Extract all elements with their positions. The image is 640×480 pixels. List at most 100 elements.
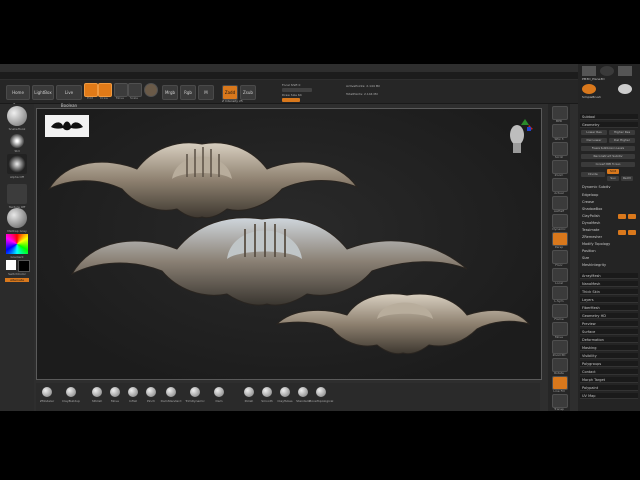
- movetopological-brush-icon[interactable]: [316, 387, 326, 397]
- section-fibermesh[interactable]: FiberMesh: [580, 305, 638, 311]
- section-layers[interactable]: Layers: [580, 297, 638, 303]
- section-contact[interactable]: Contact: [580, 369, 638, 375]
- section-shadowbox[interactable]: ShadowBox: [580, 206, 638, 212]
- section-arraymesh[interactable]: ArrayMesh: [580, 273, 638, 279]
- lower-res-button[interactable]: Lower Res: [581, 130, 607, 135]
- section-size[interactable]: Size: [580, 255, 638, 261]
- zmodeler-brush-icon[interactable]: [42, 387, 52, 397]
- dam-brush-icon[interactable]: [214, 387, 224, 397]
- frame-icon[interactable]: [552, 304, 568, 318]
- secondary-color-swatch[interactable]: [18, 260, 30, 272]
- stroke-icon[interactable]: [10, 134, 24, 148]
- claybuildup-brush-icon[interactable]: [66, 387, 76, 397]
- document-canvas[interactable]: [36, 108, 542, 380]
- section-deformation[interactable]: Deformation: [580, 337, 638, 343]
- section-crease[interactable]: Crease: [580, 199, 638, 205]
- home-page-button[interactable]: Home Page: [6, 85, 30, 108]
- zsub-button[interactable]: Zsub: [240, 85, 256, 100]
- move-mode-icon[interactable]: [114, 83, 128, 97]
- linefill-icon[interactable]: [552, 376, 568, 390]
- draw-mode-icon[interactable]: [98, 83, 112, 97]
- freeze-subdiv-button[interactable]: Freeze SubDivision Levels: [581, 146, 635, 151]
- live-boolean-button[interactable]: Live Boolean: [56, 85, 82, 108]
- texture-icon[interactable]: [7, 184, 27, 204]
- alternate-button[interactable]: Alternate: [5, 278, 29, 282]
- lightbox-button[interactable]: LightBox: [32, 85, 54, 100]
- higher-res-button[interactable]: Higher Res: [609, 130, 635, 135]
- convert-bpr-button[interactable]: Convert BPR To Geo: [581, 162, 635, 167]
- tool-thumbnail[interactable]: [618, 66, 632, 76]
- sphere-tool-icon[interactable]: [618, 84, 632, 94]
- section-edgeloop[interactable]: Edgeloop: [580, 192, 638, 198]
- zadd-button[interactable]: Zadd: [222, 85, 238, 100]
- lsym-icon[interactable]: [552, 286, 568, 300]
- ornament-top[interactable]: [47, 142, 359, 219]
- section-uv-map[interactable]: UV Map: [580, 393, 638, 399]
- mrgb-button[interactable]: Mrgb: [162, 85, 178, 100]
- zoom3d-icon[interactable]: [552, 340, 568, 354]
- section-preview[interactable]: Preview: [580, 321, 638, 327]
- tool-thumbnail[interactable]: [582, 66, 596, 76]
- dynamesh-orange-toggle[interactable]: [618, 214, 626, 219]
- move-brush-icon[interactable]: [110, 387, 120, 397]
- dynamic-icon[interactable]: [552, 214, 568, 228]
- scroll-icon[interactable]: [552, 142, 568, 156]
- section-surface[interactable]: Surface: [580, 329, 638, 335]
- section-polypaint[interactable]: Polypaint: [580, 385, 638, 391]
- damstandard-brush-icon[interactable]: [166, 387, 176, 397]
- simplebrush-icon[interactable]: [582, 84, 596, 94]
- ornament-middle[interactable]: [70, 217, 468, 306]
- alpha-icon[interactable]: [7, 154, 27, 174]
- suv-toggle[interactable]: Suv: [607, 176, 619, 181]
- rotate-icon[interactable]: [552, 358, 568, 372]
- zoom-icon[interactable]: [552, 160, 568, 174]
- section-visibility[interactable]: Visibility: [580, 353, 638, 359]
- dynamesh-orange-toggle[interactable]: [628, 214, 636, 219]
- section-geometry-hd[interactable]: Geometry HD: [580, 313, 638, 319]
- zremesher-orange-toggle[interactable]: [628, 230, 636, 235]
- local-icon[interactable]: [552, 268, 568, 282]
- reuv-toggle[interactable]: ReUV: [621, 176, 633, 181]
- section-masking[interactable]: Masking: [580, 345, 638, 351]
- smooth-brush-icon[interactable]: [262, 387, 272, 397]
- focal-shift-slider[interactable]: [282, 88, 312, 92]
- actual-icon[interactable]: [552, 178, 568, 192]
- tool-thumbnail[interactable]: [600, 66, 614, 76]
- section-thick-skin[interactable]: Thick Skin: [580, 289, 638, 295]
- standard-brush-icon[interactable]: [298, 387, 308, 397]
- subtool-header[interactable]: Subtool: [580, 114, 638, 120]
- transp-icon[interactable]: [552, 394, 568, 408]
- del-higher-button[interactable]: Del Higher: [609, 138, 635, 143]
- m-button[interactable]: M: [198, 85, 214, 100]
- material-sphere-icon[interactable]: [144, 83, 158, 97]
- aahalf-icon[interactable]: [552, 196, 568, 210]
- persp-icon[interactable]: [552, 232, 568, 246]
- reconstruct-subdiv-button[interactable]: Reconstruct Subdiv: [581, 154, 635, 159]
- del-lower-button[interactable]: Del Lower: [581, 138, 607, 143]
- scale-mode-icon[interactable]: [128, 83, 142, 97]
- claytubes-brush-icon[interactable]: [280, 387, 290, 397]
- section-dynamic-subdiv[interactable]: Dynamic Subdiv: [580, 184, 638, 190]
- section-dynamesh[interactable]: DynaMesh: [580, 220, 638, 226]
- snakehook-brush-icon[interactable]: [7, 106, 27, 126]
- smt-toggle[interactable]: Smt: [607, 169, 619, 174]
- polish-brush-icon[interactable]: [244, 387, 254, 397]
- ornament-bottom[interactable]: [275, 293, 531, 355]
- section-meshintegrity[interactable]: MeshIntegrity: [580, 262, 638, 268]
- floor-icon[interactable]: [552, 250, 568, 264]
- section-polygroups[interactable]: Polygroups: [580, 361, 638, 367]
- trimdynamic-brush-icon[interactable]: [190, 387, 200, 397]
- edit-mode-icon[interactable]: [84, 83, 98, 97]
- section-position[interactable]: Position: [580, 248, 638, 254]
- inflat-brush-icon[interactable]: [128, 387, 138, 397]
- geometry-header[interactable]: Geometry: [580, 122, 638, 128]
- section-morph-target[interactable]: Morph Target: [580, 377, 638, 383]
- color-picker[interactable]: [6, 234, 28, 254]
- switch-color-label[interactable]: SwitchColor: [0, 272, 34, 276]
- navigation-head-icon[interactable]: [503, 117, 533, 157]
- divide-button[interactable]: Divide: [581, 172, 605, 177]
- spix-icon[interactable]: [552, 124, 568, 138]
- material-icon[interactable]: [7, 208, 27, 228]
- section-nanomesh[interactable]: NanoMesh: [580, 281, 638, 287]
- bpr-icon[interactable]: [552, 106, 568, 120]
